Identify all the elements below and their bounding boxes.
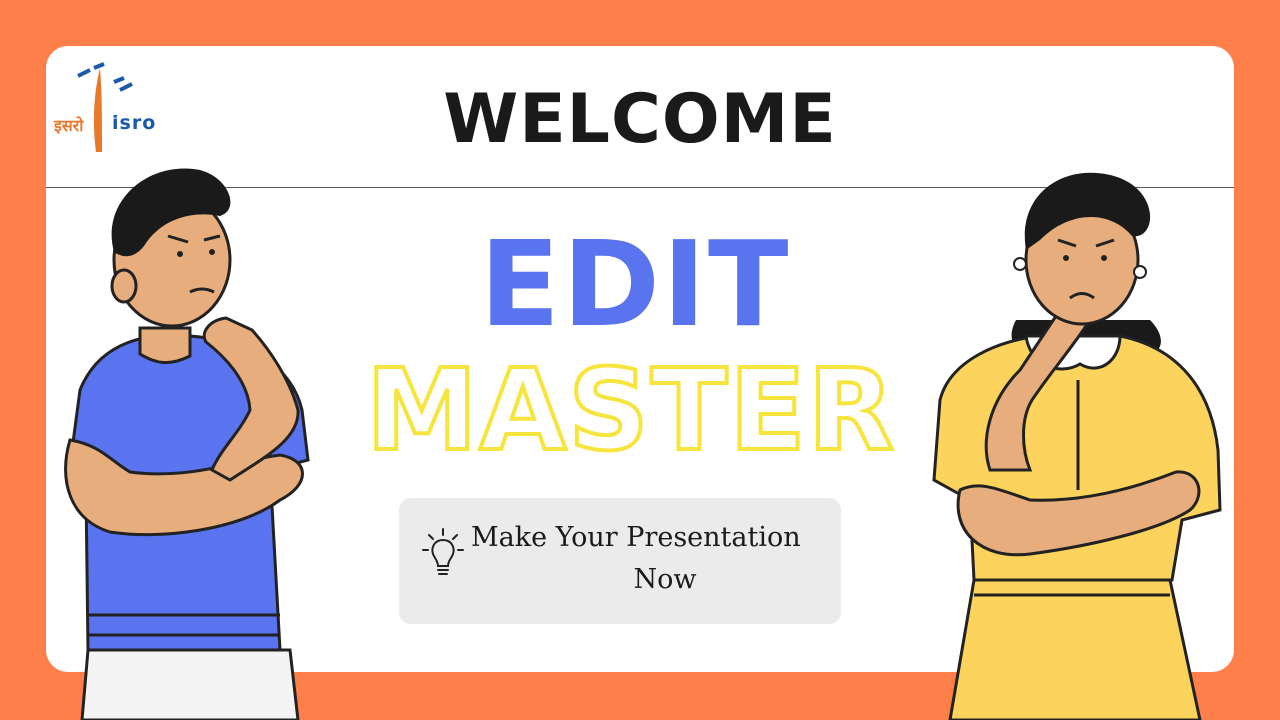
welcome-heading: WELCOME xyxy=(443,80,837,159)
cta-box[interactable]: Make Your Presentation Now xyxy=(399,498,841,624)
thinking-boy-illustration xyxy=(64,168,310,720)
cta-text-line2: Now xyxy=(633,564,697,595)
thinking-girl-illustration xyxy=(932,172,1222,720)
cta-text-line1: Make Your Presentation xyxy=(471,522,801,553)
